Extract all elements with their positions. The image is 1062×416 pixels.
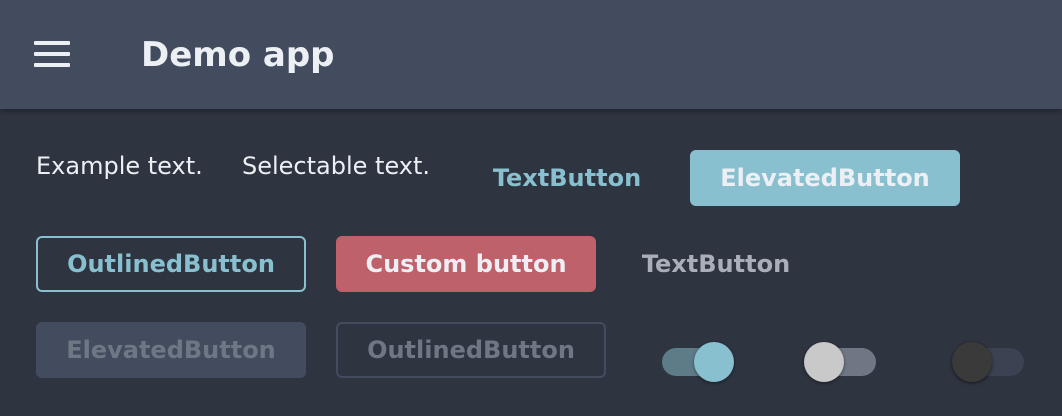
- switch-on[interactable]: [654, 340, 734, 384]
- elevated-button[interactable]: ElevatedButton: [690, 150, 960, 206]
- switch-thumb: [952, 342, 992, 382]
- outlined-button[interactable]: OutlinedButton: [36, 236, 306, 292]
- custom-button[interactable]: Custom button: [336, 236, 596, 292]
- switch-disabled: [952, 340, 1032, 384]
- outlined-button-disabled: OutlinedButton: [336, 322, 606, 378]
- text-button[interactable]: TextButton: [474, 150, 660, 206]
- example-text: Example text.: [36, 152, 203, 180]
- switch-off[interactable]: [804, 340, 884, 384]
- elevated-button-disabled: ElevatedButton: [36, 322, 306, 378]
- selectable-text[interactable]: Selectable text.: [242, 150, 430, 182]
- text-button-secondary[interactable]: TextButton: [622, 236, 810, 292]
- switch-thumb: [694, 342, 734, 382]
- switch-thumb: [804, 342, 844, 382]
- app-bar: Demo app: [0, 0, 1062, 109]
- app-title: Demo app: [141, 35, 335, 75]
- menu-icon[interactable]: [26, 32, 78, 76]
